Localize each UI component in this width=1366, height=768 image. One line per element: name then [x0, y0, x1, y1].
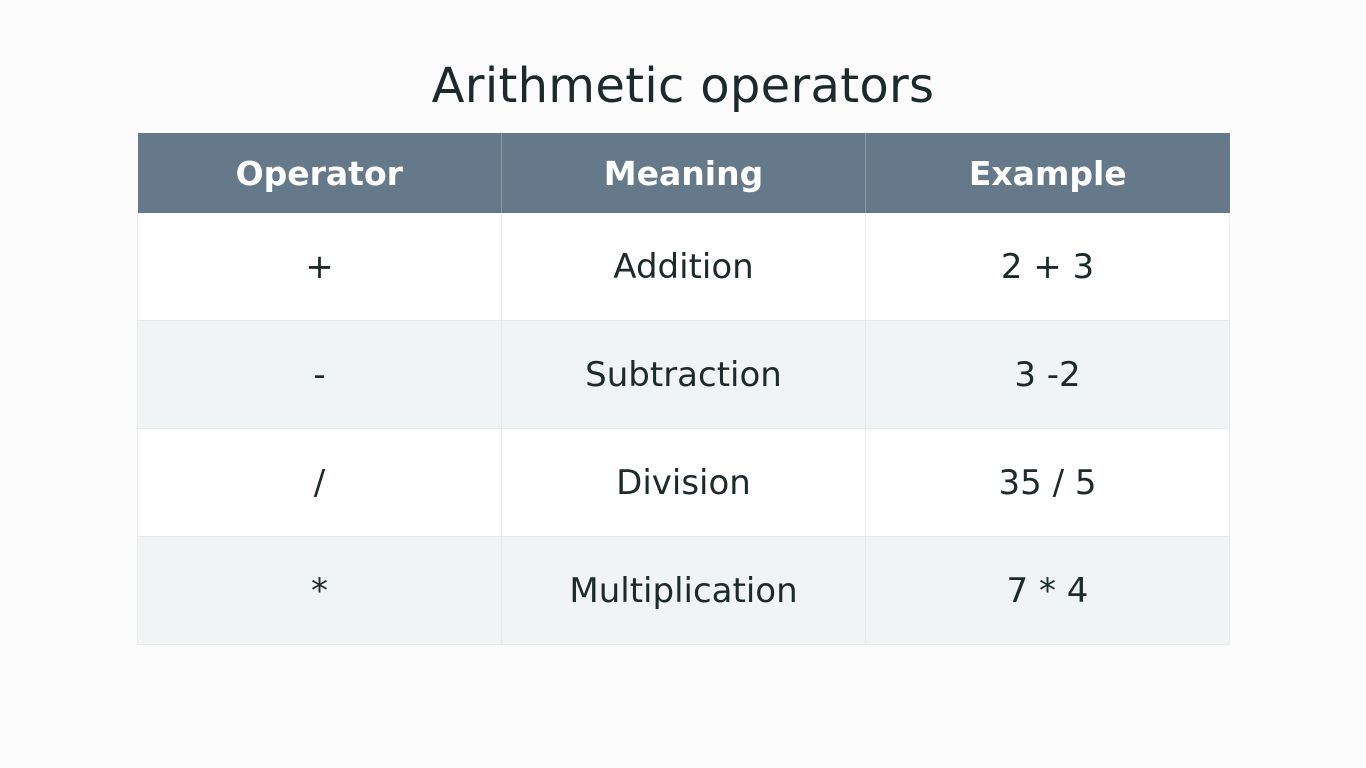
column-header-meaning: Meaning [501, 133, 866, 213]
meaning-cell: Multiplication [501, 536, 866, 645]
example-cell: 3 -2 [865, 320, 1230, 429]
header-row: Operator Meaning Example [137, 133, 1230, 213]
table-row: * Multiplication 7 * 4 [137, 536, 1230, 645]
page-title: Arithmetic operators [431, 58, 935, 114]
table-row: / Division 35 / 5 [137, 428, 1230, 537]
table-header: Operator Meaning Example [137, 133, 1230, 213]
meaning-cell: Division [501, 428, 866, 537]
table-body: + Addition 2 + 3 - Subtraction 3 -2 / Di… [137, 213, 1230, 645]
operators-table: Operator Meaning Example + Addition 2 + … [137, 133, 1230, 645]
example-cell: 2 + 3 [865, 213, 1230, 321]
operator-cell: + [137, 213, 502, 321]
table-row: - Subtraction 3 -2 [137, 320, 1230, 429]
operator-cell: * [137, 536, 502, 645]
table-row: + Addition 2 + 3 [137, 213, 1230, 321]
column-header-operator: Operator [137, 133, 502, 213]
example-cell: 7 * 4 [865, 536, 1230, 645]
operator-cell: - [137, 320, 502, 429]
meaning-cell: Addition [501, 213, 866, 321]
column-header-example: Example [865, 133, 1230, 213]
operator-cell: / [137, 428, 502, 537]
meaning-cell: Subtraction [501, 320, 866, 429]
example-cell: 35 / 5 [865, 428, 1230, 537]
